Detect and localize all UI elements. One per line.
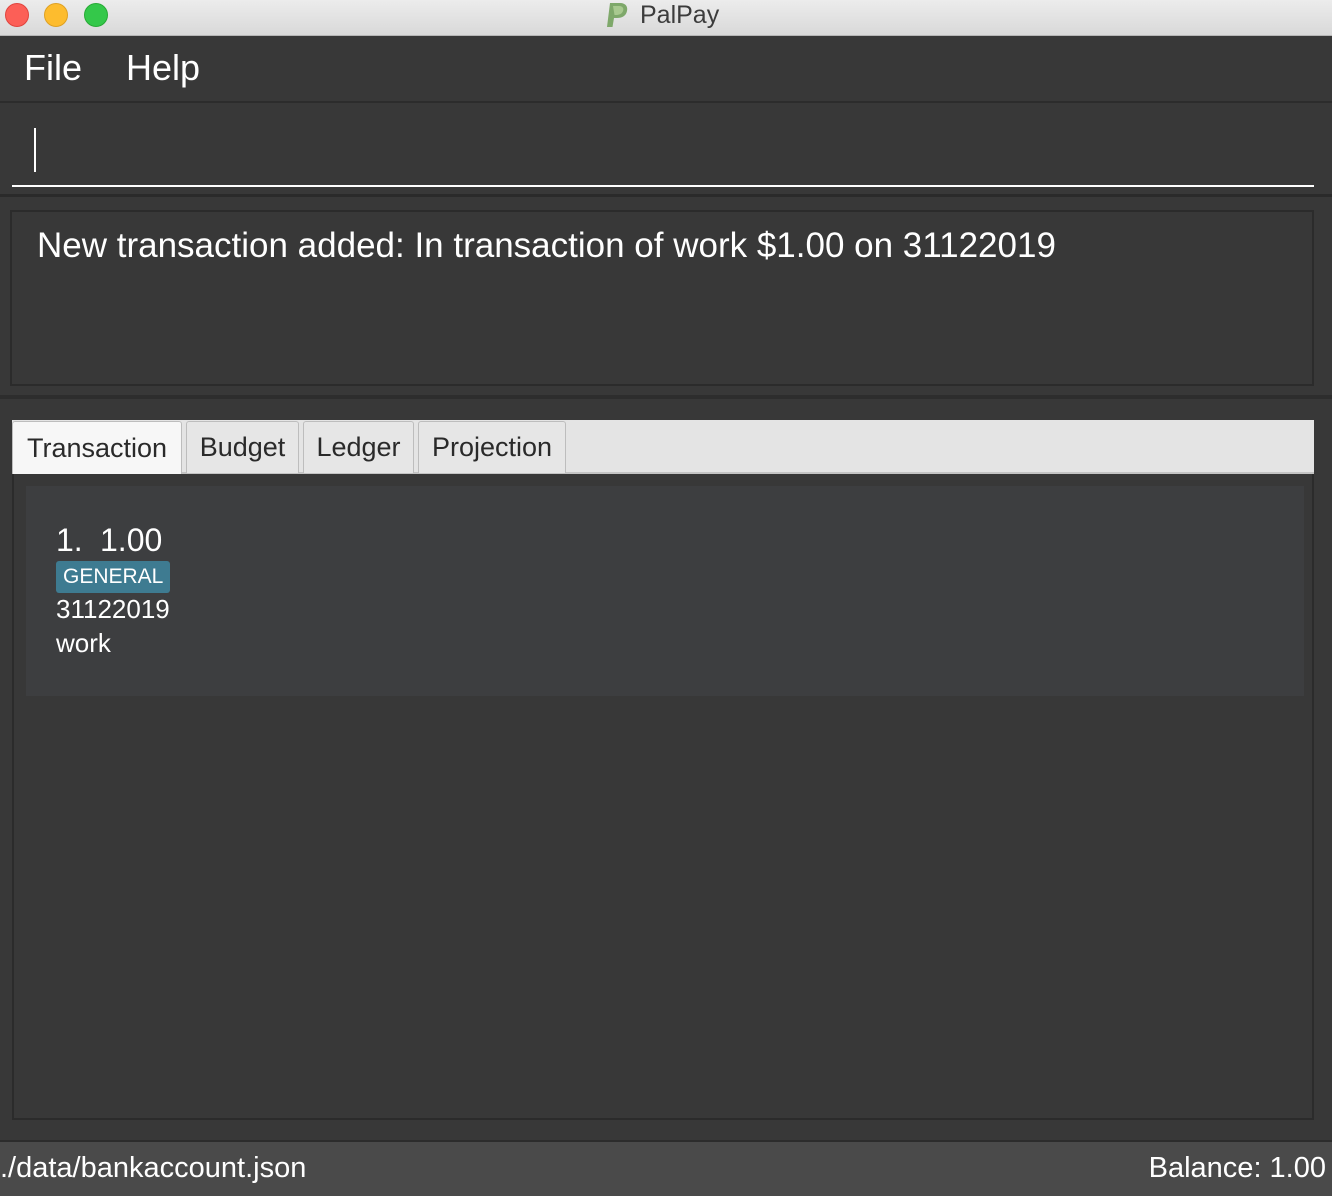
panel-divider[interactable] <box>0 395 1332 399</box>
paypal-p-logo-icon <box>604 1 630 29</box>
tab-bar: Transaction Budget Ledger Projection <box>12 420 1314 475</box>
menu-help[interactable]: Help <box>126 47 200 89</box>
text-caret <box>34 128 36 172</box>
command-box-container <box>0 105 1332 197</box>
transaction-amount: 1.00 <box>100 522 163 558</box>
result-message: New transaction added: In transaction of… <box>37 226 1056 265</box>
transaction-list: 1. 1.00 GENERAL 31122019 work <box>12 474 1314 1120</box>
tab-ledger[interactable]: Ledger <box>303 421 414 473</box>
transaction-date: 31122019 <box>56 594 170 624</box>
command-input[interactable] <box>12 117 1314 187</box>
tab-projection[interactable]: Projection <box>418 421 566 473</box>
window-title-bar: PalPay <box>0 0 1332 36</box>
menu-bar: File Help <box>0 36 1332 103</box>
close-window-button[interactable] <box>5 3 29 27</box>
status-bar: ./data/bankaccount.json Balance: 1.00 <box>0 1140 1332 1196</box>
category-tag: GENERAL <box>56 561 171 593</box>
transaction-card[interactable]: 1. 1.00 GENERAL 31122019 work <box>26 486 1304 696</box>
transaction-index: 1. <box>56 522 83 558</box>
window-title: PalPay <box>640 0 720 29</box>
minimize-window-button[interactable] <box>44 3 68 27</box>
transaction-description: work <box>56 628 111 658</box>
window-title-group: PalPay <box>604 0 719 30</box>
tab-budget[interactable]: Budget <box>186 421 299 473</box>
result-display: New transaction added: In transaction of… <box>10 210 1314 386</box>
tab-transaction[interactable]: Transaction <box>12 421 182 475</box>
balance-display: Balance: 1.00 <box>1148 1152 1326 1184</box>
save-file-path: ./data/bankaccount.json <box>0 1152 307 1184</box>
menu-file[interactable]: File <box>24 47 82 89</box>
maximize-window-button[interactable] <box>84 3 108 27</box>
